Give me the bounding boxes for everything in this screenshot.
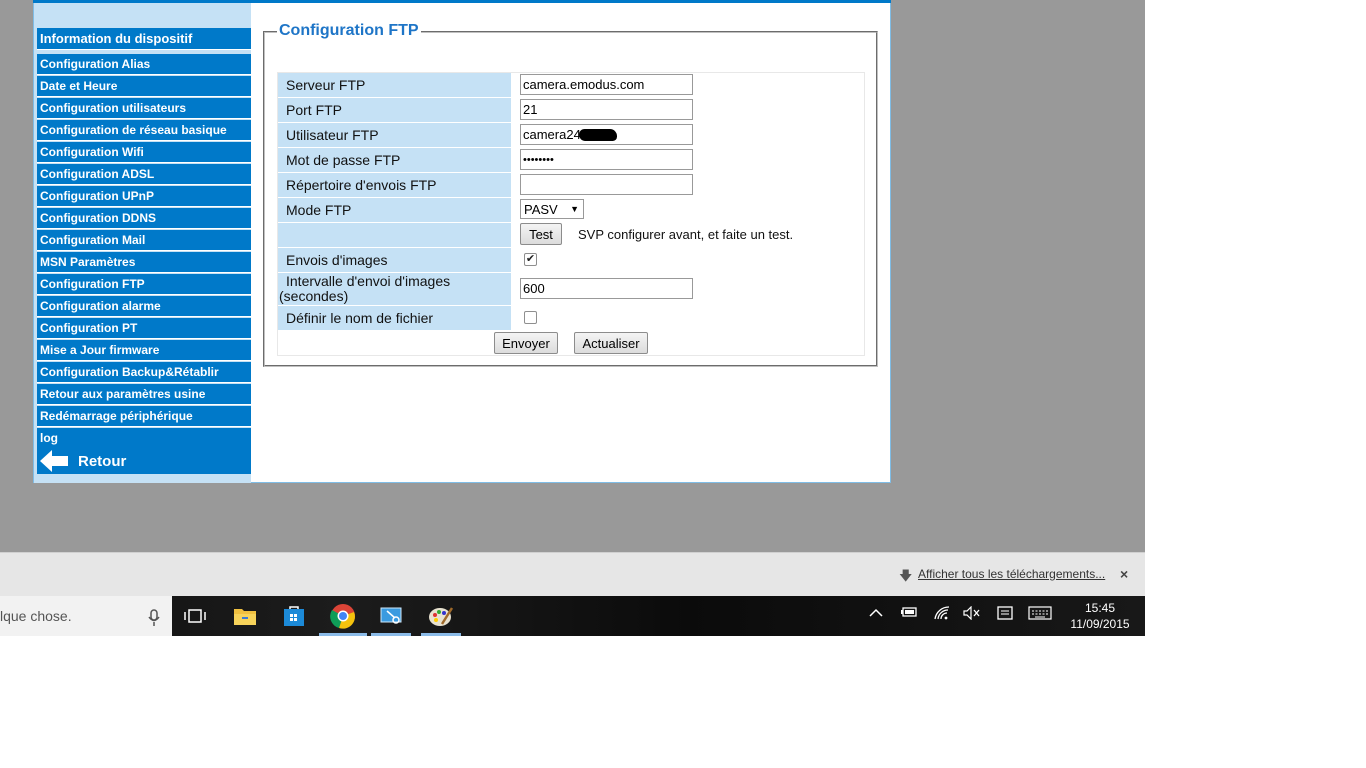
download-arrow-icon: 🡇 bbox=[899, 568, 913, 583]
chrome-active-indicator bbox=[319, 633, 367, 636]
sidebar-item-log[interactable]: log bbox=[37, 428, 251, 449]
wifi-icon[interactable] bbox=[934, 606, 950, 623]
battery-icon[interactable] bbox=[900, 606, 918, 621]
interval-label: Intervalle d'envoi d'images (secondes) bbox=[278, 273, 511, 305]
submit-button[interactable]: Envoyer bbox=[494, 332, 558, 354]
paint-icon[interactable] bbox=[427, 602, 455, 630]
user-input-value: camera24 bbox=[523, 127, 581, 142]
user-label: Utilisateur FTP bbox=[278, 123, 511, 147]
sidebar-item-basic-network[interactable]: Configuration de réseau basique bbox=[37, 120, 251, 141]
directory-label: Répertoire d'envois FTP bbox=[278, 173, 511, 197]
filename-label: Définir le nom de fichier bbox=[278, 306, 511, 330]
mode-label: Mode FTP bbox=[278, 198, 511, 222]
sidebar: Information du dispositif Configuration … bbox=[34, 3, 251, 483]
sidebar-item-mail[interactable]: Configuration Mail bbox=[37, 230, 251, 251]
store-icon[interactable] bbox=[280, 602, 308, 630]
redaction-scribble bbox=[578, 128, 617, 141]
sidebar-item-ddns[interactable]: Configuration DDNS bbox=[37, 208, 251, 229]
sidebar-item-adsl[interactable]: Configuration ADSL bbox=[37, 164, 251, 185]
sidebar-item-alarm[interactable]: Configuration alarme bbox=[37, 296, 251, 317]
back-label: Retour bbox=[78, 452, 127, 470]
snipping-tool-icon[interactable] bbox=[378, 602, 406, 630]
send-images-label: Envois d'images bbox=[278, 248, 511, 272]
mode-select[interactable]: PASV ▼ bbox=[520, 199, 584, 219]
paint-active-indicator bbox=[421, 633, 461, 636]
sidebar-item-ftp[interactable]: Configuration FTP bbox=[37, 274, 251, 295]
interval-label-text: Intervalle d'envoi d'images (secondes) bbox=[279, 273, 451, 304]
sidebar-item-users[interactable]: Configuration utilisateurs bbox=[37, 98, 251, 119]
search-text: lque chose. bbox=[0, 608, 72, 624]
sidebar-item-firmware[interactable]: Mise a Jour firmware bbox=[37, 340, 251, 361]
filename-checkbox[interactable] bbox=[524, 311, 537, 324]
sidebar-item-pt[interactable]: Configuration PT bbox=[37, 318, 251, 339]
port-label: Port FTP bbox=[278, 98, 511, 122]
action-center-icon[interactable] bbox=[996, 606, 1014, 625]
directory-input[interactable] bbox=[520, 174, 693, 195]
form-title: Configuration FTP bbox=[277, 22, 421, 40]
mode-select-value: PASV bbox=[524, 201, 558, 217]
chevron-down-icon: ▼ bbox=[570, 204, 579, 214]
sidebar-item-alias[interactable]: Configuration Alias bbox=[37, 54, 251, 75]
send-images-checkbox[interactable]: ✔ bbox=[524, 253, 537, 266]
test-row-label bbox=[278, 223, 511, 247]
chrome-icon[interactable] bbox=[329, 602, 357, 630]
sidebar-item-backup-restore[interactable]: Configuration Backup&Rétablir bbox=[37, 362, 251, 383]
sidebar-item-upnp[interactable]: Configuration UPnP bbox=[37, 186, 251, 207]
port-input[interactable] bbox=[520, 99, 693, 120]
test-hint: SVP configurer avant, et faite un test. bbox=[578, 227, 794, 242]
sidebar-item-wifi[interactable]: Configuration Wifi bbox=[37, 142, 251, 163]
sidebar-item-msn[interactable]: MSN Paramètres bbox=[37, 252, 251, 273]
volume-muted-icon[interactable] bbox=[963, 605, 981, 623]
password-label: Mot de passe FTP bbox=[278, 148, 511, 172]
clock-date: 11/09/2015 bbox=[1070, 617, 1130, 631]
sidebar-item-date-time[interactable]: Date et Heure bbox=[37, 76, 251, 97]
user-input[interactable]: camera24 bbox=[520, 124, 693, 145]
server-label: Serveur FTP bbox=[278, 73, 511, 97]
show-all-downloads-link[interactable]: Afficher tous les téléchargements... bbox=[918, 567, 1105, 581]
microphone-icon[interactable] bbox=[140, 604, 168, 632]
refresh-button[interactable]: Actualiser bbox=[574, 332, 648, 354]
clock-time: 15:45 bbox=[1084, 601, 1116, 615]
password-input[interactable]: •••••••• bbox=[520, 149, 693, 170]
browser-viewport: Information du dispositif Configuration … bbox=[0, 0, 1145, 636]
system-clock[interactable]: 15:45 11/09/2015 bbox=[1068, 600, 1132, 632]
snipping-active-indicator bbox=[371, 633, 411, 636]
close-icon[interactable]: × bbox=[1120, 566, 1128, 582]
back-arrow-icon bbox=[40, 450, 68, 472]
test-button[interactable]: Test bbox=[520, 223, 562, 245]
server-input[interactable] bbox=[520, 74, 693, 95]
sidebar-item-reboot[interactable]: Redémarrage périphérique bbox=[37, 406, 251, 427]
interval-input[interactable] bbox=[520, 278, 693, 299]
sidebar-item-device-info[interactable]: Information du dispositif bbox=[37, 28, 251, 50]
keyboard-icon[interactable] bbox=[1028, 606, 1052, 623]
task-view-icon[interactable] bbox=[181, 602, 209, 630]
chevron-up-icon[interactable] bbox=[869, 606, 883, 621]
back-button[interactable]: Retour bbox=[37, 448, 251, 474]
sidebar-item-factory-reset[interactable]: Retour aux paramètres usine bbox=[37, 384, 251, 405]
file-explorer-icon[interactable] bbox=[231, 602, 259, 630]
